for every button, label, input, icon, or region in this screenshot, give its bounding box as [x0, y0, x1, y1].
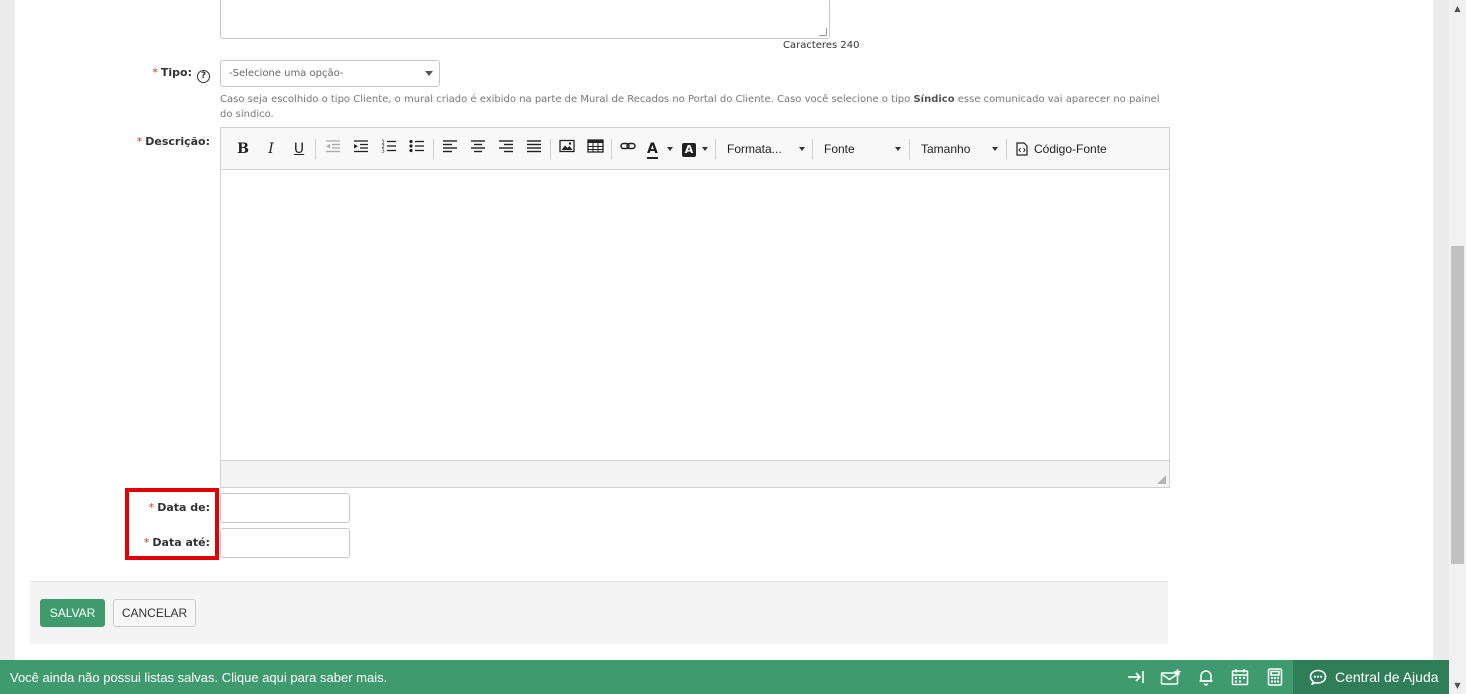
source-code-label: Código-Fonte — [1034, 142, 1107, 156]
rich-text-editor: B I U 123 A A Formata... Fonte Tamanho C… — [220, 127, 1170, 488]
page: Caracteres 240 * Tipo:? -Selecione uma op… — [0, 0, 1466, 694]
chevron-down-icon — [895, 147, 901, 151]
editor-content-area[interactable] — [221, 170, 1169, 460]
char-count: Caracteres 240 — [783, 40, 860, 51]
tipo-label: Tipo: — [160, 66, 192, 79]
editor-status-bar — [221, 460, 1169, 487]
highlight-box — [125, 488, 219, 560]
help-center-label: Central de Ajuda — [1335, 669, 1439, 685]
tipo-select-value: -Selecione uma opção- — [229, 68, 344, 79]
bold-button[interactable]: B — [235, 139, 251, 159]
align-left-icon[interactable] — [440, 139, 460, 159]
bullet-list-icon[interactable] — [407, 139, 427, 159]
cancel-button[interactable]: CANCELAR — [113, 599, 196, 627]
align-justify-icon[interactable] — [524, 139, 544, 159]
align-right-icon[interactable] — [496, 139, 516, 159]
chevron-down-icon — [702, 147, 708, 151]
required-mark: * — [152, 66, 158, 79]
image-icon[interactable] — [557, 139, 577, 159]
text-color-icon: A — [647, 141, 658, 159]
toolbar-separator — [611, 139, 612, 159]
toolbar-separator — [812, 139, 813, 159]
font-dropdown[interactable]: Fonte — [824, 139, 901, 159]
mail-star-icon[interactable] — [1160, 668, 1182, 686]
editor-toolbar: B I U 123 A A Formata... Fonte Tamanho C… — [221, 128, 1169, 170]
size-dropdown-label: Tamanho — [921, 142, 971, 156]
descricao-label-row: * Descrição: — [130, 135, 210, 148]
calculator-icon[interactable] — [1267, 668, 1287, 686]
outdent-icon[interactable] — [323, 139, 343, 159]
format-dropdown-label: Formata... — [727, 142, 782, 156]
chevron-down-icon — [992, 147, 998, 151]
collapse-arrow-icon[interactable] — [1126, 668, 1146, 686]
format-dropdown[interactable]: Formata... — [727, 139, 805, 159]
tipo-label-row: * Tipo:? — [140, 66, 210, 83]
source-code-button[interactable]: Código-Fonte — [1016, 139, 1116, 159]
tipo-hint: Caso seja escolhido o tipo Cliente, o mu… — [220, 92, 1170, 122]
resize-handle-icon[interactable] — [819, 28, 827, 36]
tipo-select[interactable]: -Selecione uma opção- — [220, 60, 440, 87]
align-center-icon[interactable] — [468, 139, 488, 159]
toolbar-separator — [433, 139, 434, 159]
text-color-button[interactable]: A — [647, 139, 673, 159]
data-ate-input[interactable] — [220, 528, 350, 558]
toolbar-separator — [715, 139, 716, 159]
italic-button[interactable]: I — [263, 139, 279, 159]
table-icon[interactable] — [585, 139, 605, 159]
calendar-icon[interactable] — [1231, 668, 1251, 686]
descricao-label: Descrição: — [145, 135, 210, 148]
scroll-down-icon[interactable]: ▼ — [1449, 677, 1466, 694]
bg-color-icon: A — [682, 143, 696, 157]
saved-lists-message[interactable]: Você ainda não possui listas salvas. Cli… — [10, 670, 387, 685]
required-mark: * — [136, 135, 143, 148]
bottom-bar: Você ainda não possui listas salvas. Cli… — [0, 660, 1449, 694]
indent-icon[interactable] — [351, 139, 371, 159]
ordered-list-icon[interactable]: 123 — [379, 139, 399, 159]
chevron-down-icon — [799, 147, 805, 151]
svg-text:3: 3 — [382, 149, 385, 154]
save-button[interactable]: SALVAR — [40, 599, 105, 627]
toolbar-separator — [315, 139, 316, 159]
help-center-button[interactable]: Central de Ajuda — [1293, 660, 1449, 694]
font-dropdown-label: Fonte — [824, 142, 855, 156]
link-icon[interactable] — [618, 139, 638, 159]
source-code-icon — [1016, 142, 1028, 156]
hint-text-1: Caso seja escolhido o tipo Cliente, o mu… — [220, 94, 914, 105]
form-actions-bar — [30, 581, 1168, 644]
summary-textarea[interactable] — [220, 0, 830, 39]
resize-grip-icon[interactable] — [1157, 475, 1166, 484]
chat-help-icon — [1309, 669, 1327, 685]
toolbar-separator — [550, 139, 551, 159]
bell-icon[interactable] — [1197, 668, 1217, 686]
chevron-down-icon — [425, 71, 433, 76]
underline-button[interactable]: U — [291, 139, 307, 159]
chevron-down-icon — [667, 147, 673, 151]
size-dropdown[interactable]: Tamanho — [921, 139, 998, 159]
scroll-up-icon[interactable]: ▲ — [1449, 0, 1466, 17]
toolbar-separator — [909, 139, 910, 159]
help-icon[interactable]: ? — [197, 70, 210, 83]
hint-bold: Síndico — [913, 94, 955, 105]
data-de-input[interactable] — [220, 493, 350, 523]
scrollbar-thumb[interactable] — [1451, 246, 1464, 564]
bg-color-button[interactable]: A — [682, 139, 708, 159]
toolbar-separator — [1006, 139, 1007, 159]
